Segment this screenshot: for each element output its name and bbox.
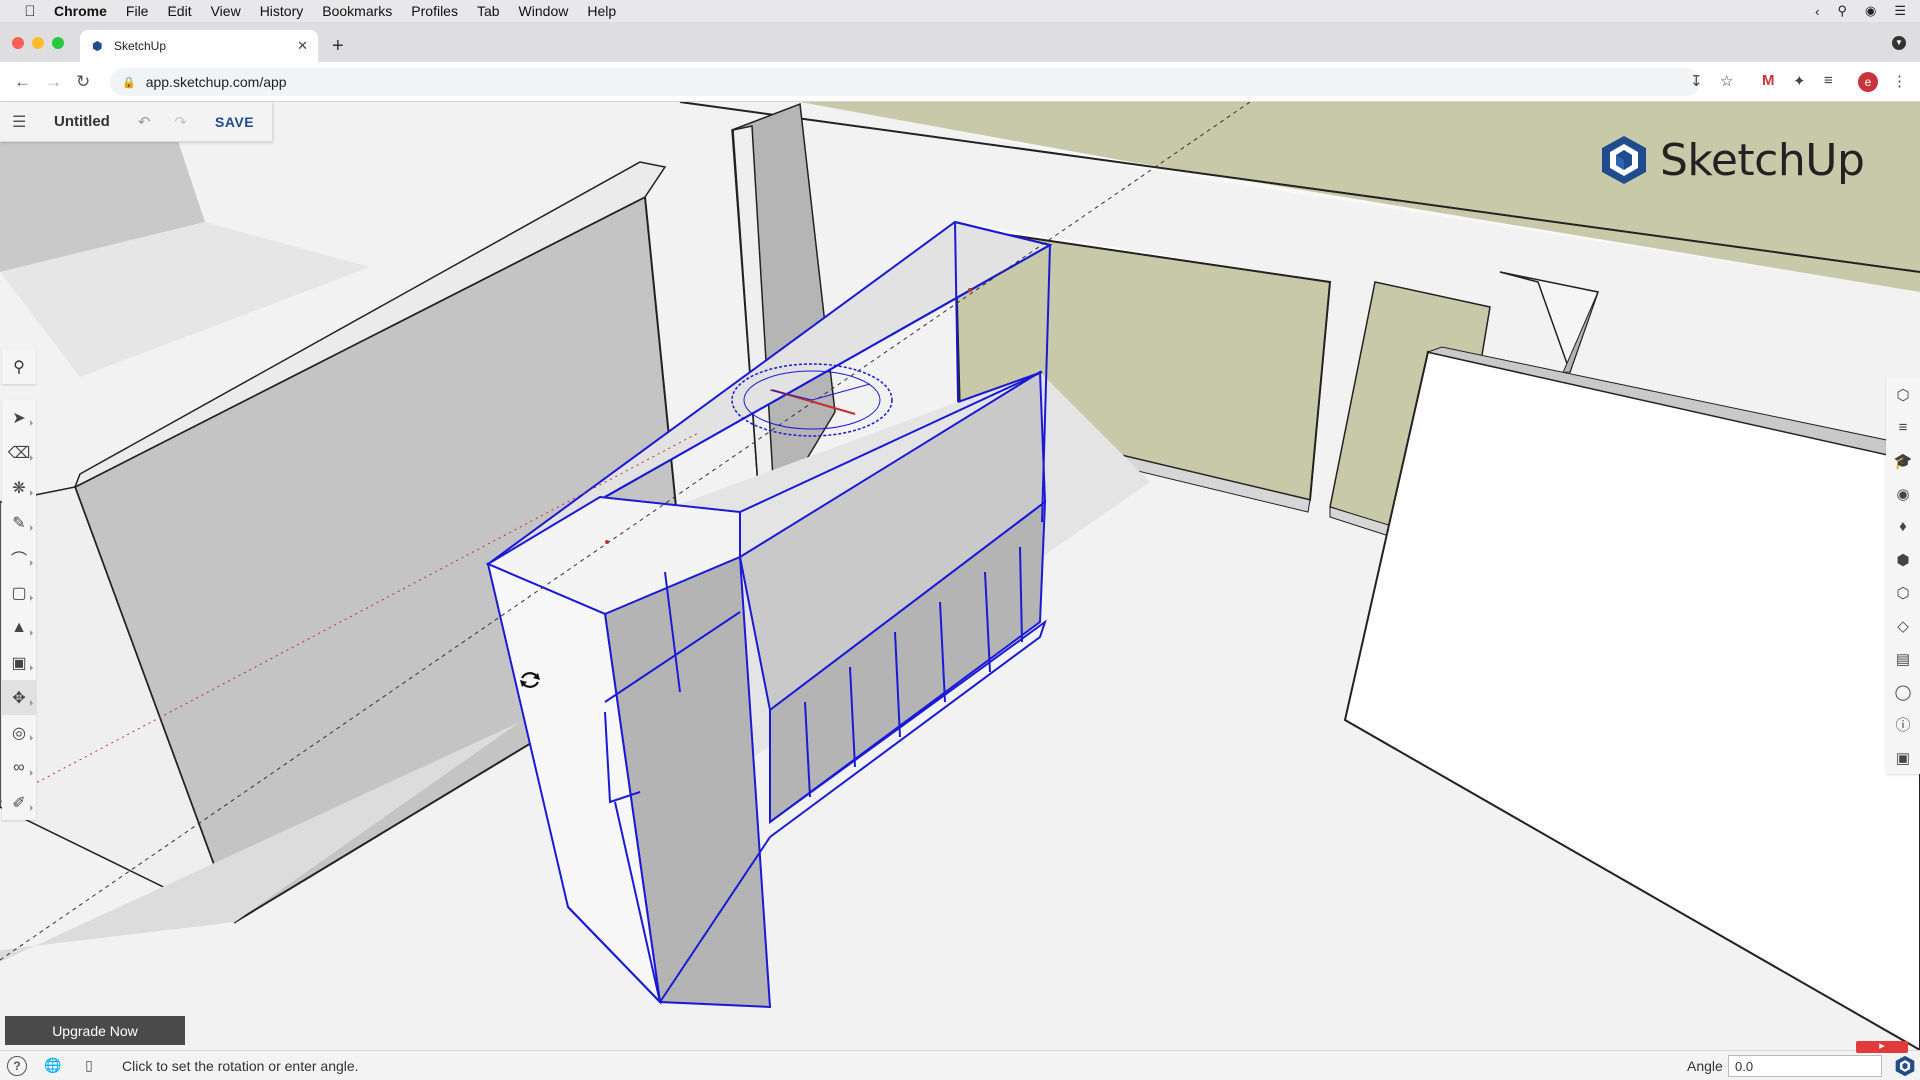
scenes-icon[interactable]: ⬡ (1886, 576, 1920, 609)
address-bar[interactable]: 🔒 app.sketchup.com/app (110, 68, 1700, 96)
extensions-icon[interactable]: ▣ (1886, 741, 1920, 774)
tab-title: SketchUp (114, 39, 167, 53)
browser-tab-sketchup[interactable]: ⬢ SketchUp ✕ (80, 30, 318, 62)
macos-menu-bar:  Chrome File Edit View History Bookmark… (0, 0, 1920, 22)
install-app-icon[interactable]: ↧ (1690, 72, 1703, 90)
menu-edit[interactable]: Edit (167, 3, 191, 19)
save-button[interactable]: SAVE (215, 114, 254, 130)
new-tab-icon[interactable]: + (332, 35, 344, 58)
components-icon[interactable]: ◉ (1886, 477, 1920, 510)
redo-icon[interactable]: ↷ (174, 113, 187, 131)
globe-icon[interactable]: 🌐 (43, 1056, 63, 1076)
materials-icon[interactable]: ♦ (1886, 510, 1920, 543)
layers-icon[interactable]: ≡ (1886, 411, 1920, 444)
menu-file[interactable]: File (126, 3, 149, 19)
spotlight-search-icon[interactable]: ⚲ (1837, 3, 1847, 19)
walk-tool-icon[interactable]: ∞ (2, 750, 36, 785)
menu-extras: ‹ ⚲ ◉ ☰ (1815, 0, 1906, 22)
chrome-menu-icon[interactable]: ⋮ (1892, 72, 1907, 90)
search-tool-icon[interactable]: ⚲ (2, 350, 36, 384)
measurement-label: Angle (1687, 1058, 1723, 1074)
hamburger-menu-icon[interactable]: ☰ (12, 112, 30, 132)
window-controls (12, 37, 64, 49)
inference-point (605, 540, 609, 544)
menu-bookmarks[interactable]: Bookmarks (322, 3, 392, 19)
apple-icon[interactable]:  (20, 3, 40, 20)
subscribe-badge-icon: ▶ (1856, 1041, 1908, 1053)
info-icon[interactable]: ⓘ (1886, 708, 1920, 741)
tags-icon[interactable]: ◇ (1886, 609, 1920, 642)
lock-icon[interactable]: 🔒 (122, 76, 136, 89)
left-toolbar: ➤ ⌫ ❋ ✎ ⌒ ▢ ▲ ▣ ✥ ◎ ∞ ✐ (2, 400, 36, 820)
reading-list-icon[interactable]: ≡ (1824, 72, 1833, 89)
offset-tool-icon[interactable]: ▣ (2, 645, 36, 680)
close-tab-icon[interactable]: ✕ (297, 38, 308, 54)
minimize-window-button[interactable] (32, 37, 44, 49)
display-icon[interactable]: ◯ (1886, 675, 1920, 708)
move-tool-icon[interactable]: ✥ (2, 680, 36, 715)
instructor-icon[interactable]: 🎓 (1886, 444, 1920, 477)
eraser-tool-icon[interactable]: ⌫ (2, 435, 36, 470)
help-icon[interactable]: ? (7, 1055, 27, 1076)
forward-icon[interactable]: → (45, 72, 62, 92)
bookmark-star-icon[interactable]: ☆ (1720, 72, 1733, 90)
document-title[interactable]: Untitled (54, 113, 110, 130)
measurement-input[interactable] (1728, 1055, 1882, 1077)
menu-history[interactable]: History (260, 3, 304, 19)
inference-point-2 (968, 288, 972, 292)
right-panel-toolbar: ⬡ ≡ 🎓 ◉ ♦ ⬢ ⬡ ◇ ▤ ◯ ⓘ ▣ (1886, 378, 1920, 774)
control-center-icon[interactable]: ☰ (1894, 3, 1906, 19)
sketchup-logo-icon (1602, 136, 1646, 184)
push-pull-tool-icon[interactable]: ▲ (2, 610, 36, 645)
browser-tab-bar: ⬢ SketchUp ✕ + ▼ (0, 22, 1920, 62)
extensions-puzzle-icon[interactable]: ✦ (1793, 72, 1806, 90)
menu-window[interactable]: Window (519, 3, 569, 19)
3d-scene[interactable] (0, 102, 1920, 1050)
pencil-tool-icon[interactable]: ✎ (2, 505, 36, 540)
sketchup-favicon-icon: ⬢ (92, 39, 103, 53)
menu-help[interactable]: Help (587, 3, 616, 19)
status-message: Click to set the rotation or enter angle… (122, 1057, 359, 1074)
mouse-icon[interactable]: ▯ (79, 1056, 99, 1076)
profile-avatar[interactable]: e (1858, 72, 1878, 92)
modeling-viewport[interactable] (0, 102, 1920, 1050)
menu-chrome[interactable]: Chrome (54, 3, 107, 19)
arc-tool-icon[interactable]: ⌒ (2, 540, 36, 575)
menu-tab[interactable]: Tab (477, 3, 500, 19)
select-tool-icon[interactable]: ➤ (2, 400, 36, 435)
reload-icon[interactable]: ↻ (76, 72, 90, 92)
siri-icon[interactable]: ◉ (1865, 3, 1876, 19)
chevron-left-icon[interactable]: ‹ (1815, 4, 1819, 19)
gmail-extension-icon[interactable]: M (1762, 72, 1775, 89)
section-tool-icon[interactable]: ✐ (2, 785, 36, 820)
url-text: app.sketchup.com/app (145, 74, 287, 90)
sketchup-header: ☰ Untitled ↶ ↷ SAVE (0, 102, 272, 142)
upgrade-now-button[interactable]: Upgrade Now (5, 1016, 185, 1045)
status-bar: ? 🌐 ▯ Click to set the rotation or enter… (0, 1050, 1920, 1080)
undo-icon[interactable]: ↶ (138, 113, 151, 131)
browser-toolbar: ← → ↻ 🔒 app.sketchup.com/app ↧ ☆ M ✦ ≡ e… (0, 62, 1920, 102)
menu-profiles[interactable]: Profiles (411, 3, 458, 19)
animation-icon[interactable]: ▤ (1886, 642, 1920, 675)
back-icon[interactable]: ← (14, 72, 31, 92)
close-window-button[interactable] (12, 37, 24, 49)
menu-view[interactable]: View (211, 3, 241, 19)
tape-measure-tool-icon[interactable]: ◎ (2, 715, 36, 750)
rectangle-tool-icon[interactable]: ▢ (2, 575, 36, 610)
tab-search-icon[interactable]: ▼ (1892, 36, 1906, 50)
sketchup-logo: SketchUp (1600, 134, 1865, 186)
sketchup-status-logo-icon (1895, 1055, 1915, 1077)
entity-info-icon[interactable]: ⬡ (1886, 378, 1920, 411)
styles-icon[interactable]: ⬢ (1886, 543, 1920, 576)
paint-tool-icon[interactable]: ❋ (2, 470, 36, 505)
zoom-window-button[interactable] (52, 37, 64, 49)
logo-wordmark: SketchUp (1660, 134, 1865, 186)
